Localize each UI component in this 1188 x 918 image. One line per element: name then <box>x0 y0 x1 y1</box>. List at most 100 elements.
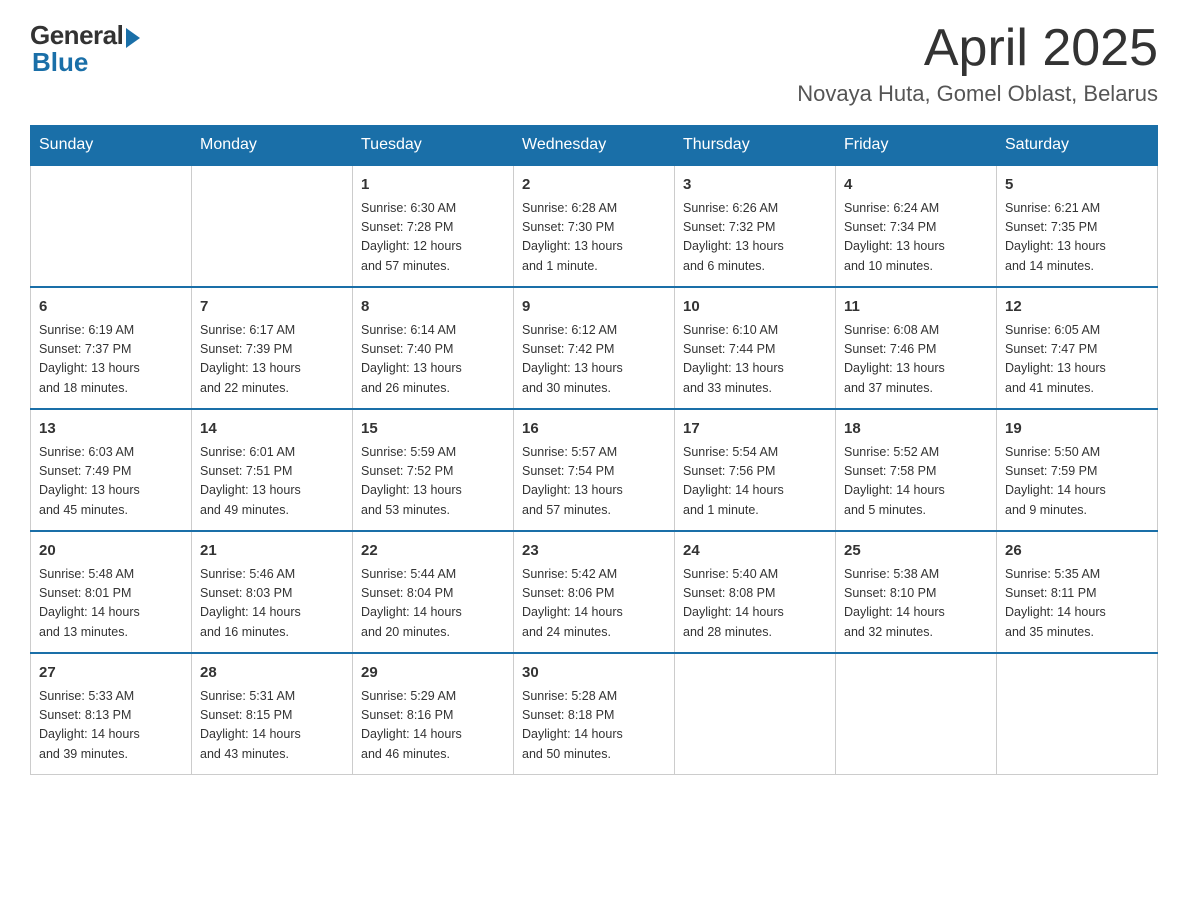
day-number: 24 <box>683 540 827 563</box>
day-info: Sunrise: 5:44 AMSunset: 8:04 PMDaylight:… <box>361 565 505 643</box>
day-info: Sunrise: 6:30 AMSunset: 7:28 PMDaylight:… <box>361 199 505 277</box>
calendar-cell: 21Sunrise: 5:46 AMSunset: 8:03 PMDayligh… <box>192 531 353 653</box>
day-info: Sunrise: 5:29 AMSunset: 8:16 PMDaylight:… <box>361 687 505 765</box>
calendar-cell: 19Sunrise: 5:50 AMSunset: 7:59 PMDayligh… <box>997 409 1158 531</box>
day-info: Sunrise: 6:26 AMSunset: 7:32 PMDaylight:… <box>683 199 827 277</box>
calendar-cell: 6Sunrise: 6:19 AMSunset: 7:37 PMDaylight… <box>31 287 192 409</box>
day-info: Sunrise: 6:24 AMSunset: 7:34 PMDaylight:… <box>844 199 988 277</box>
location-subtitle: Novaya Huta, Gomel Oblast, Belarus <box>797 81 1158 107</box>
day-number: 2 <box>522 174 666 197</box>
calendar-cell <box>31 165 192 287</box>
day-number: 14 <box>200 418 344 441</box>
day-info: Sunrise: 6:10 AMSunset: 7:44 PMDaylight:… <box>683 321 827 399</box>
calendar-cell: 3Sunrise: 6:26 AMSunset: 7:32 PMDaylight… <box>675 165 836 287</box>
day-number: 27 <box>39 662 183 685</box>
calendar-week-row: 27Sunrise: 5:33 AMSunset: 8:13 PMDayligh… <box>31 653 1158 775</box>
calendar-cell: 11Sunrise: 6:08 AMSunset: 7:46 PMDayligh… <box>836 287 997 409</box>
calendar-cell <box>836 653 997 775</box>
day-number: 1 <box>361 174 505 197</box>
calendar-day-header: Thursday <box>675 126 836 166</box>
month-title: April 2025 <box>797 20 1158 77</box>
logo-arrow-icon <box>126 28 140 48</box>
day-number: 20 <box>39 540 183 563</box>
calendar-cell: 18Sunrise: 5:52 AMSunset: 7:58 PMDayligh… <box>836 409 997 531</box>
day-info: Sunrise: 6:28 AMSunset: 7:30 PMDaylight:… <box>522 199 666 277</box>
day-info: Sunrise: 5:28 AMSunset: 8:18 PMDaylight:… <box>522 687 666 765</box>
day-number: 11 <box>844 296 988 319</box>
day-number: 23 <box>522 540 666 563</box>
day-number: 30 <box>522 662 666 685</box>
logo-blue-text: Blue <box>32 47 88 78</box>
day-info: Sunrise: 6:21 AMSunset: 7:35 PMDaylight:… <box>1005 199 1149 277</box>
calendar-cell: 26Sunrise: 5:35 AMSunset: 8:11 PMDayligh… <box>997 531 1158 653</box>
day-info: Sunrise: 6:17 AMSunset: 7:39 PMDaylight:… <box>200 321 344 399</box>
day-number: 18 <box>844 418 988 441</box>
day-number: 15 <box>361 418 505 441</box>
calendar-day-header: Sunday <box>31 126 192 166</box>
day-info: Sunrise: 5:33 AMSunset: 8:13 PMDaylight:… <box>39 687 183 765</box>
calendar-cell: 17Sunrise: 5:54 AMSunset: 7:56 PMDayligh… <box>675 409 836 531</box>
day-number: 3 <box>683 174 827 197</box>
calendar-cell <box>192 165 353 287</box>
calendar-day-header: Saturday <box>997 126 1158 166</box>
day-info: Sunrise: 5:50 AMSunset: 7:59 PMDaylight:… <box>1005 443 1149 521</box>
calendar-cell: 16Sunrise: 5:57 AMSunset: 7:54 PMDayligh… <box>514 409 675 531</box>
calendar-week-row: 13Sunrise: 6:03 AMSunset: 7:49 PMDayligh… <box>31 409 1158 531</box>
day-number: 9 <box>522 296 666 319</box>
calendar-day-header: Monday <box>192 126 353 166</box>
day-number: 29 <box>361 662 505 685</box>
calendar-cell: 15Sunrise: 5:59 AMSunset: 7:52 PMDayligh… <box>353 409 514 531</box>
calendar-cell: 2Sunrise: 6:28 AMSunset: 7:30 PMDaylight… <box>514 165 675 287</box>
day-info: Sunrise: 5:57 AMSunset: 7:54 PMDaylight:… <box>522 443 666 521</box>
day-number: 25 <box>844 540 988 563</box>
day-info: Sunrise: 6:05 AMSunset: 7:47 PMDaylight:… <box>1005 321 1149 399</box>
calendar-cell: 1Sunrise: 6:30 AMSunset: 7:28 PMDaylight… <box>353 165 514 287</box>
calendar-cell <box>675 653 836 775</box>
calendar-cell: 4Sunrise: 6:24 AMSunset: 7:34 PMDaylight… <box>836 165 997 287</box>
day-info: Sunrise: 5:48 AMSunset: 8:01 PMDaylight:… <box>39 565 183 643</box>
logo: General Blue <box>30 20 140 78</box>
calendar-cell: 23Sunrise: 5:42 AMSunset: 8:06 PMDayligh… <box>514 531 675 653</box>
day-number: 4 <box>844 174 988 197</box>
day-info: Sunrise: 5:38 AMSunset: 8:10 PMDaylight:… <box>844 565 988 643</box>
calendar-cell: 20Sunrise: 5:48 AMSunset: 8:01 PMDayligh… <box>31 531 192 653</box>
calendar-cell: 5Sunrise: 6:21 AMSunset: 7:35 PMDaylight… <box>997 165 1158 287</box>
day-number: 19 <box>1005 418 1149 441</box>
day-number: 21 <box>200 540 344 563</box>
calendar-day-header: Friday <box>836 126 997 166</box>
calendar-cell <box>997 653 1158 775</box>
calendar-cell: 8Sunrise: 6:14 AMSunset: 7:40 PMDaylight… <box>353 287 514 409</box>
calendar-week-row: 1Sunrise: 6:30 AMSunset: 7:28 PMDaylight… <box>31 165 1158 287</box>
day-info: Sunrise: 6:12 AMSunset: 7:42 PMDaylight:… <box>522 321 666 399</box>
calendar-cell: 28Sunrise: 5:31 AMSunset: 8:15 PMDayligh… <box>192 653 353 775</box>
day-info: Sunrise: 5:42 AMSunset: 8:06 PMDaylight:… <box>522 565 666 643</box>
day-info: Sunrise: 5:46 AMSunset: 8:03 PMDaylight:… <box>200 565 344 643</box>
day-number: 7 <box>200 296 344 319</box>
day-info: Sunrise: 5:40 AMSunset: 8:08 PMDaylight:… <box>683 565 827 643</box>
day-number: 6 <box>39 296 183 319</box>
day-number: 10 <box>683 296 827 319</box>
day-number: 28 <box>200 662 344 685</box>
page-header: General Blue April 2025 Novaya Huta, Gom… <box>30 20 1158 107</box>
day-number: 12 <box>1005 296 1149 319</box>
day-number: 26 <box>1005 540 1149 563</box>
calendar-cell: 14Sunrise: 6:01 AMSunset: 7:51 PMDayligh… <box>192 409 353 531</box>
calendar-day-header: Tuesday <box>353 126 514 166</box>
day-number: 8 <box>361 296 505 319</box>
calendar-week-row: 6Sunrise: 6:19 AMSunset: 7:37 PMDaylight… <box>31 287 1158 409</box>
calendar-cell: 22Sunrise: 5:44 AMSunset: 8:04 PMDayligh… <box>353 531 514 653</box>
calendar-cell: 24Sunrise: 5:40 AMSunset: 8:08 PMDayligh… <box>675 531 836 653</box>
day-number: 16 <box>522 418 666 441</box>
day-info: Sunrise: 5:35 AMSunset: 8:11 PMDaylight:… <box>1005 565 1149 643</box>
calendar-cell: 29Sunrise: 5:29 AMSunset: 8:16 PMDayligh… <box>353 653 514 775</box>
calendar-table: SundayMondayTuesdayWednesdayThursdayFrid… <box>30 125 1158 775</box>
day-info: Sunrise: 6:01 AMSunset: 7:51 PMDaylight:… <box>200 443 344 521</box>
day-info: Sunrise: 6:14 AMSunset: 7:40 PMDaylight:… <box>361 321 505 399</box>
day-info: Sunrise: 6:19 AMSunset: 7:37 PMDaylight:… <box>39 321 183 399</box>
day-info: Sunrise: 5:59 AMSunset: 7:52 PMDaylight:… <box>361 443 505 521</box>
day-info: Sunrise: 6:08 AMSunset: 7:46 PMDaylight:… <box>844 321 988 399</box>
day-info: Sunrise: 6:03 AMSunset: 7:49 PMDaylight:… <box>39 443 183 521</box>
calendar-cell: 10Sunrise: 6:10 AMSunset: 7:44 PMDayligh… <box>675 287 836 409</box>
day-number: 13 <box>39 418 183 441</box>
day-number: 22 <box>361 540 505 563</box>
